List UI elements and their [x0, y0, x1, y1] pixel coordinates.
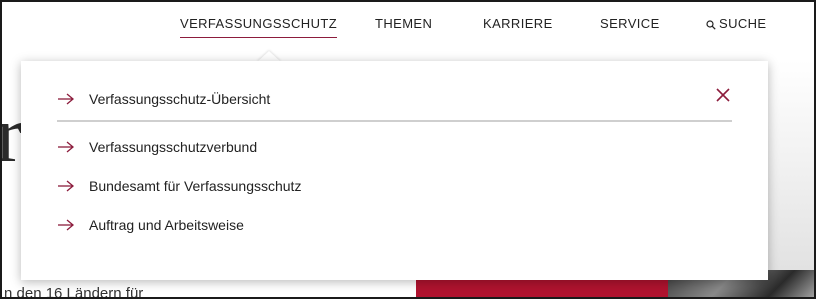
nav-item-verfassungsschutz[interactable]: VERFASSUNGSSCHUTZ: [180, 16, 338, 38]
browser-viewport: rf n den 16 Ländern für VERFASSUNGSSCHUT…: [0, 0, 816, 299]
nav-item-service[interactable]: SERVICE: [600, 16, 660, 31]
menu-item-label: Auftrag und Arbeitsweise: [89, 217, 244, 233]
close-icon: [716, 88, 730, 102]
menu-item-auftrag[interactable]: Auftrag und Arbeitsweise: [57, 217, 244, 233]
verfassungsschutz-dropdown: Verfassungsschutz-Übersicht Verfassungss…: [21, 61, 768, 280]
menu-item-overview[interactable]: Verfassungsschutz-Übersicht: [57, 91, 270, 107]
arrow-right-icon: [58, 141, 75, 153]
menu-item-label: Bundesamt für Verfassungsschutz: [89, 178, 302, 194]
nav-item-themen[interactable]: THEMEN: [375, 16, 432, 31]
main-navigation: VERFASSUNGSSCHUTZ THEMEN KARRIERE SERVIC…: [2, 14, 814, 40]
background-gray-panel: [768, 60, 814, 270]
menu-item-label: Verfassungsschutz-Übersicht: [89, 91, 271, 107]
close-button[interactable]: [715, 87, 731, 103]
arrow-right-icon: [58, 180, 75, 192]
dropdown-divider: [57, 120, 732, 122]
menu-item-verbund[interactable]: Verfassungsschutzverbund: [57, 139, 257, 155]
background-paragraph: n den 16 Ländern für: [4, 285, 144, 299]
menu-item-label: Verfassungsschutzverbund: [89, 139, 258, 155]
nav-item-karriere[interactable]: KARRIERE: [483, 16, 553, 31]
search-label: SUCHE: [719, 16, 767, 31]
search-icon: [706, 19, 716, 30]
menu-item-bundesamt[interactable]: Bundesamt für Verfassungsschutz: [57, 178, 301, 194]
nav-item-search[interactable]: SUCHE: [706, 16, 767, 31]
arrow-right-icon: [58, 93, 75, 105]
arrow-right-icon: [58, 219, 75, 231]
